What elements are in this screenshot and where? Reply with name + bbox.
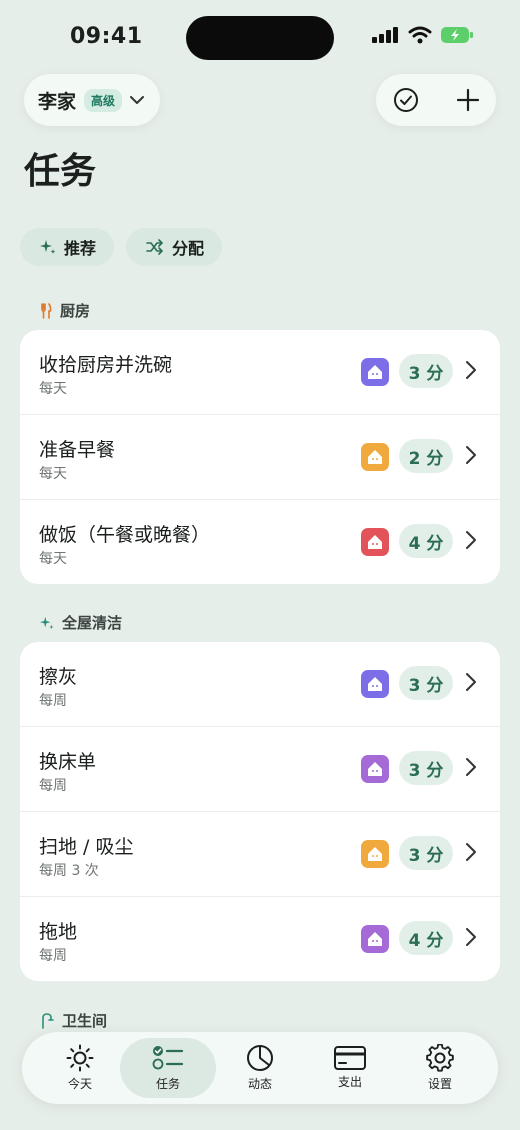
top-actions (376, 74, 496, 126)
assignee-avatar (361, 755, 389, 783)
house-avatar-icon (368, 932, 382, 946)
assignee-avatar (361, 670, 389, 698)
section-header-kitchen: 厨房 (40, 300, 90, 321)
task-title: 换床单 (39, 751, 97, 773)
status-icons (372, 26, 474, 44)
status-time: 09:41 (70, 24, 143, 49)
tab-tasks[interactable]: 任务 (120, 1038, 216, 1098)
house-avatar-icon (368, 677, 382, 691)
assignee-avatar (361, 358, 389, 386)
task-frequency: 每周 (39, 948, 67, 964)
points-badge: 2 分 (399, 439, 453, 473)
task-card-cleaning: 擦灰 每周 3 分 换床单 每周 3 分 扫地 / 吸尘 每周 3 次 3 分 … (20, 642, 500, 981)
points-badge: 3 分 (399, 751, 453, 785)
task-title: 收拾厨房并洗碗 (39, 354, 173, 376)
tab-today[interactable]: 今天 (32, 1038, 128, 1098)
task-frequency: 每天 (39, 551, 67, 567)
section-header-bathroom: 卫生间 (40, 1010, 107, 1031)
tab-bar: 今天 任务 动态 支出 设置 (22, 1032, 498, 1104)
assignee-avatar (361, 443, 389, 471)
house-avatar-icon (368, 450, 382, 464)
tab-label: 动态 (247, 1077, 272, 1091)
task-title: 拖地 (39, 921, 78, 943)
tab-expenses[interactable]: 支出 (302, 1038, 398, 1098)
chevron-right-icon (466, 361, 476, 379)
task-row[interactable]: 准备早餐 每天 2 分 (20, 415, 500, 500)
chevron-right-icon (466, 673, 476, 691)
assign-chip-label: 分配 (172, 239, 205, 258)
tab-settings[interactable]: 设置 (392, 1038, 488, 1098)
check-circle-icon (394, 88, 418, 112)
section-title-bathroom: 卫生间 (62, 1012, 108, 1030)
points-badge: 4 分 (399, 921, 453, 955)
battery-charging-icon (441, 27, 473, 43)
task-row[interactable]: 做饭（午餐或晚餐） 每天 4 分 (20, 500, 500, 584)
faucet-icon (42, 1012, 54, 1029)
sparkle-icon (40, 616, 54, 629)
assignee-avatar (361, 925, 389, 953)
task-frequency: 每周 3 次 (39, 863, 99, 879)
chevron-right-icon (466, 928, 476, 946)
chevron-down-icon (130, 96, 145, 104)
tab-activity[interactable]: 动态 (212, 1038, 308, 1098)
task-frequency: 每天 (39, 381, 67, 397)
chevron-right-icon (466, 446, 476, 464)
points-badge: 3 分 (399, 354, 453, 388)
task-title: 扫地 / 吸尘 (39, 836, 134, 858)
sun-icon (66, 1044, 94, 1072)
task-title: 做饭（午餐或晚餐） (39, 524, 211, 546)
house-avatar-icon (368, 535, 382, 549)
tab-label: 任务 (155, 1077, 180, 1091)
tab-label: 支出 (337, 1075, 362, 1089)
chevron-right-icon (466, 531, 476, 549)
task-title: 准备早餐 (39, 439, 116, 461)
house-avatar-icon (368, 847, 382, 861)
signal-icon (372, 27, 398, 43)
gear-icon (426, 1044, 454, 1072)
points-badge: 3 分 (399, 836, 453, 870)
section-title-cleaning: 全屋清洁 (62, 614, 123, 632)
task-title: 擦灰 (39, 666, 78, 688)
assign-chip[interactable]: 分配 (126, 228, 223, 266)
section-header-cleaning: 全屋清洁 (40, 612, 122, 633)
household-name: 李家 (38, 90, 77, 113)
task-row[interactable]: 收拾厨房并洗碗 每天 3 分 (20, 330, 500, 415)
recommend-chip[interactable]: 推荐 (20, 228, 115, 266)
household-switcher[interactable]: 李家 高级 (24, 74, 160, 126)
checklist-icon (152, 1046, 184, 1070)
sparkle-icon (40, 240, 56, 254)
task-frequency: 每周 (39, 778, 67, 794)
fork-knife-icon (41, 302, 52, 319)
dynamic-island (186, 16, 334, 60)
task-card-kitchen: 收拾厨房并洗碗 每天 3 分 准备早餐 每天 2 分 做饭（午餐或晚餐） 每天 … (20, 330, 500, 584)
house-avatar-icon (368, 762, 382, 776)
section-title-kitchen: 厨房 (60, 302, 91, 320)
task-row[interactable]: 换床单 每周 3 分 (20, 727, 500, 812)
house-avatar-icon (368, 365, 382, 379)
task-row[interactable]: 拖地 每周 4 分 (20, 897, 500, 981)
chevron-right-icon (466, 843, 476, 861)
wifi-icon (408, 26, 432, 44)
page-title: 任务 (24, 151, 97, 192)
card-icon (334, 1046, 366, 1070)
assignee-avatar (361, 528, 389, 556)
add-task-button[interactable] (454, 86, 482, 114)
task-row[interactable]: 扫地 / 吸尘 每周 3 次 3 分 (20, 812, 500, 897)
task-row[interactable]: 擦灰 每周 3 分 (20, 642, 500, 727)
chevron-right-icon (466, 758, 476, 776)
tab-label: 今天 (67, 1077, 92, 1091)
complete-button[interactable] (392, 86, 420, 114)
points-badge: 4 分 (399, 524, 453, 558)
pie-chart-icon (247, 1045, 273, 1071)
assignee-avatar (361, 840, 389, 868)
task-frequency: 每天 (39, 466, 67, 482)
plus-icon (456, 88, 480, 112)
tab-label: 设置 (427, 1077, 452, 1091)
plan-badge: 高级 (84, 88, 123, 112)
status-bar: 09:41 (0, 0, 520, 70)
task-frequency: 每周 (39, 693, 67, 709)
points-badge: 3 分 (399, 666, 453, 700)
shuffle-icon (146, 239, 163, 255)
recommend-chip-label: 推荐 (64, 239, 97, 258)
